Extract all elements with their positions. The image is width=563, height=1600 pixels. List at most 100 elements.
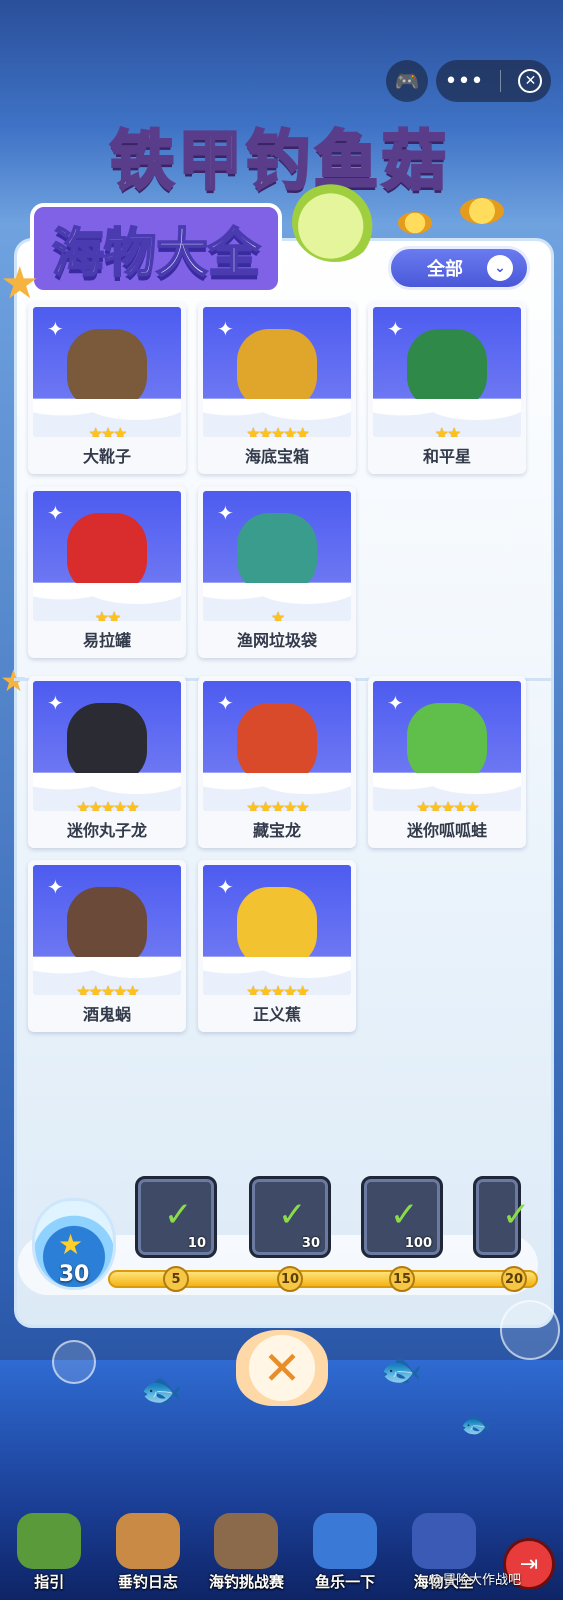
bubble	[500, 1300, 560, 1360]
star-icon: ★	[58, 1228, 84, 1261]
sparkle-icon: ✦	[217, 501, 234, 525]
star-count: 30	[58, 1262, 90, 1287]
wheel-icon	[313, 1513, 378, 1569]
collection-card[interactable]: ✦ ★ 渔网垃圾袋	[198, 486, 356, 658]
card-art: ✦ ★★	[33, 491, 181, 621]
collection-card[interactable]: ✦ ★★ 易拉罐	[28, 486, 186, 658]
card-art: ✦ ★★★★★	[33, 865, 181, 995]
mini-program-capsule: 🎮 ••• ✕	[386, 60, 551, 102]
checkmark-icon: ✓	[278, 1195, 307, 1235]
milestone-marker: 15	[389, 1266, 415, 1292]
close-button[interactable]: ✕	[236, 1330, 328, 1406]
item-image	[67, 329, 147, 409]
card-art: ✦ ★★★★★	[33, 681, 181, 811]
watermark: @冒险大作战吧	[430, 1573, 522, 1588]
sparkle-icon: ✦	[217, 317, 234, 341]
panel-title: 海物大全	[30, 203, 283, 294]
collection-card[interactable]: ✦ ★★★★★ 藏宝龙	[198, 676, 356, 848]
coin-icon	[460, 198, 504, 224]
capsule-pill: ••• ✕	[436, 60, 551, 102]
more-icon[interactable]: •••	[445, 69, 484, 94]
card-art: ✦ ★	[203, 491, 351, 621]
rarity-stars: ★★★★★	[76, 798, 140, 811]
filter-dropdown[interactable]: 全部 ⌄	[388, 246, 530, 290]
pufferfish-mascot-icon	[292, 182, 378, 262]
bubble	[52, 1340, 96, 1384]
sparkle-icon: ✦	[47, 317, 64, 341]
checkmark-icon: ✓	[502, 1195, 531, 1235]
reward-quantity: 30	[301, 1236, 320, 1251]
item-image	[237, 329, 317, 409]
filter-label: 全部	[427, 259, 463, 280]
rarity-stars: ★★★★★	[246, 982, 310, 995]
collection-card[interactable]: ✦ ★★★★★ 迷你丸子龙	[28, 676, 186, 848]
collection-card[interactable]: ✦ ★★★★★ 正义蕉	[198, 860, 356, 1032]
coin-icon	[398, 212, 432, 234]
milestone-marker: 5	[163, 1266, 189, 1292]
card-art: ✦ ★★★	[33, 307, 181, 437]
capsule-divider	[500, 70, 502, 92]
starfish-icon: ★	[0, 258, 40, 309]
reward-quantity: 100	[404, 1236, 432, 1251]
card-name: 渔网垃圾袋	[236, 631, 317, 650]
milestone-marker: 10	[277, 1266, 303, 1292]
card-name: 迷你呱呱蛙	[406, 821, 487, 840]
collection-card[interactable]: ✦ ★★★★★ 海底宝箱	[198, 302, 356, 474]
sparkle-icon: ✦	[217, 691, 234, 715]
card-art: ✦ ★★★★★	[203, 681, 351, 811]
item-image	[67, 703, 147, 783]
reward-box[interactable]: ✓	[473, 1176, 531, 1258]
nav-item[interactable]: 垂钓日志	[103, 1513, 193, 1592]
item-image	[237, 887, 317, 967]
nav-item[interactable]: 鱼乐一下	[300, 1513, 390, 1592]
nav-label: 鱼乐一下	[315, 1573, 376, 1591]
rarity-stars: ★★★★★	[246, 798, 310, 811]
item-image	[237, 703, 317, 783]
encyclopedia-icon	[411, 1513, 476, 1569]
reward-box[interactable]: ✓ 100	[361, 1176, 443, 1258]
checkmark-icon: ✓	[390, 1195, 419, 1235]
collection-card[interactable]: ✦ ★★★★★ 酒鬼蜗	[28, 860, 186, 1032]
checkmark-icon: ✓	[164, 1195, 193, 1235]
frog-guide-icon	[17, 1513, 82, 1569]
reward-quantity: 10	[187, 1236, 206, 1251]
card-name: 迷你丸子龙	[66, 821, 147, 840]
gamepad-icon[interactable]: 🎮	[386, 60, 428, 102]
nav-item[interactable]: 指引	[4, 1513, 94, 1592]
rarity-stars: ★★	[94, 608, 122, 621]
fish-icon: 🐟	[380, 1350, 423, 1390]
fishing-log-icon	[115, 1513, 180, 1569]
game-title: 铁甲钓鱼菇	[109, 124, 450, 201]
rarity-stars: ★★★★★	[76, 982, 140, 995]
collection-card[interactable]: ✦ ★★★ 大靴子	[28, 302, 186, 474]
item-image	[67, 513, 147, 593]
reward-box[interactable]: ✓ 30	[249, 1176, 331, 1258]
sparkle-icon: ✦	[47, 875, 64, 899]
rarity-stars: ★★	[434, 424, 462, 437]
card-art: ✦ ★★★★★	[203, 865, 351, 995]
rarity-stars: ★	[270, 608, 285, 621]
milestone-marker: 20	[501, 1266, 527, 1292]
nav-label: 指引	[34, 1573, 65, 1591]
close-icon[interactable]: ✕	[518, 69, 543, 93]
card-art: ✦ ★★★★★	[373, 681, 521, 811]
chevron-down-icon: ⌄	[487, 255, 513, 281]
item-image	[407, 703, 487, 783]
card-name: 易拉罐	[82, 631, 131, 650]
fish-icon: 🐟	[460, 1410, 493, 1440]
sparkle-icon: ✦	[217, 875, 234, 899]
collection-card[interactable]: ✦ ★★ 和平星	[368, 302, 526, 474]
collection-card[interactable]: ✦ ★★★★★ 迷你呱呱蛙	[368, 676, 526, 848]
sparkle-icon: ✦	[47, 691, 64, 715]
card-name: 藏宝龙	[252, 821, 301, 840]
reward-box[interactable]: ✓ 10	[135, 1176, 217, 1258]
sparkle-icon: ✦	[387, 691, 404, 715]
card-art: ✦ ★★★★★	[203, 307, 351, 437]
item-image	[67, 887, 147, 967]
nav-label: 垂钓日志	[117, 1573, 178, 1591]
rarity-stars: ★★★★★	[416, 798, 480, 811]
nav-item[interactable]: 海钓挑战赛	[201, 1513, 291, 1592]
sparkle-icon: ✦	[387, 317, 404, 341]
nav-label: 海钓挑战赛	[208, 1573, 284, 1591]
card-name: 酒鬼蜗	[82, 1005, 131, 1024]
